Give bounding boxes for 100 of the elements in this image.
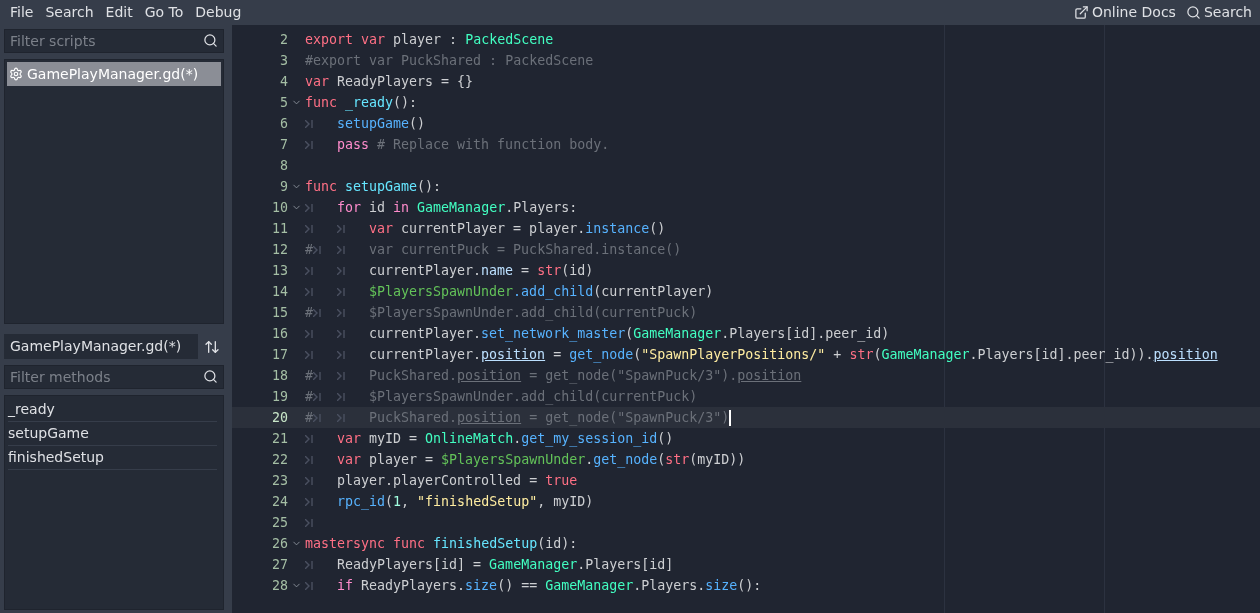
filter-methods-field[interactable]: Filter methods bbox=[4, 365, 224, 389]
code-line: #export var PuckShared : PackedScene bbox=[305, 51, 594, 70]
line-number: 12 bbox=[271, 240, 288, 259]
line-number: 27 bbox=[271, 555, 288, 574]
code-line: # PuckShared.position = get_node("SpawnPuck/3").position bbox=[305, 366, 802, 386]
line-number: 19 bbox=[271, 387, 288, 406]
line-number: 26 bbox=[271, 534, 288, 553]
tab-marker-icon bbox=[313, 371, 322, 380]
line-number: 23 bbox=[271, 471, 288, 490]
tab-marker-icon bbox=[337, 287, 346, 296]
tab-marker-icon bbox=[305, 140, 314, 149]
tab-marker-icon bbox=[305, 203, 314, 212]
tab-marker-icon bbox=[313, 413, 322, 422]
tab-marker-icon bbox=[337, 413, 346, 422]
line-number: 4 bbox=[279, 72, 288, 91]
tab-marker-icon bbox=[313, 392, 322, 401]
line-number: 20 bbox=[271, 408, 288, 427]
tab-marker-icon bbox=[337, 308, 346, 317]
line-number: 2 bbox=[279, 30, 288, 49]
line-number: 18 bbox=[271, 366, 288, 385]
code-line: var player = $PlayersSpawnUnder.get_node(str(myID)) bbox=[305, 449, 746, 470]
menu-item[interactable]: Go To bbox=[138, 2, 190, 23]
tab-marker-icon bbox=[337, 371, 346, 380]
tab-marker-icon bbox=[337, 329, 346, 338]
tab-marker-icon bbox=[305, 350, 314, 359]
code-line: player.playerControlled = true bbox=[305, 470, 578, 491]
code-line: mastersync func finishedSetup(id): bbox=[305, 534, 578, 553]
gear-icon bbox=[9, 67, 23, 81]
code-line: currentPlayer.set_network_master(GameManager.Players[id].peer_id) bbox=[305, 323, 890, 344]
tab-marker-icon bbox=[305, 287, 314, 296]
code-line: currentPlayer.name = str(id) bbox=[305, 260, 594, 281]
external-link-icon bbox=[1073, 5, 1089, 20]
text-cursor bbox=[729, 409, 732, 426]
method-item[interactable]: finishedSetup bbox=[8, 446, 217, 470]
sort-icon[interactable] bbox=[204, 338, 220, 355]
menu-item[interactable]: Debug bbox=[189, 2, 248, 23]
filter-scripts-field[interactable]: Filter scripts bbox=[4, 29, 224, 53]
line-number: 22 bbox=[271, 450, 288, 469]
line-number: 13 bbox=[271, 261, 288, 280]
line-number: 8 bbox=[279, 156, 288, 175]
line-number: 11 bbox=[271, 219, 288, 238]
tab-marker-icon bbox=[305, 581, 314, 590]
line-number: 9 bbox=[279, 177, 288, 196]
tab-marker-icon bbox=[313, 308, 322, 317]
script-name: GamePlayManager.gd(*) bbox=[27, 64, 199, 84]
tab-marker-icon bbox=[305, 329, 314, 338]
tab-marker-icon bbox=[337, 224, 346, 233]
tab-marker-icon bbox=[305, 119, 314, 128]
code-line: # var currentPuck = PuckShared.instance() bbox=[305, 240, 682, 259]
tab-marker-icon bbox=[305, 518, 314, 527]
code-line: $PlayersSpawnUnder.add_child(currentPlayer) bbox=[305, 281, 714, 302]
search-icon bbox=[1185, 5, 1201, 20]
line-number: 10 bbox=[271, 198, 288, 217]
tab-marker-icon bbox=[313, 245, 322, 254]
line-number: 28 bbox=[271, 576, 288, 595]
line-number: 24 bbox=[271, 492, 288, 511]
tab-marker-icon bbox=[305, 476, 314, 485]
tab-marker-icon bbox=[337, 392, 346, 401]
code-line: ReadyPlayers[id] = GameManager.Players[id] bbox=[305, 554, 674, 575]
tab-marker-icon bbox=[305, 224, 314, 233]
tab-marker-icon bbox=[305, 266, 314, 275]
code-line: export var player : PackedScene bbox=[305, 30, 554, 49]
code-line: var currentPlayer = player.instance() bbox=[305, 218, 666, 239]
code-line: if ReadyPlayers.size() == GameManager.Players.size(): bbox=[305, 575, 762, 596]
code-line: # $PlayersSpawnUnder.add_child(currentPuck) bbox=[305, 387, 698, 407]
line-number: 6 bbox=[279, 114, 288, 133]
menu-item[interactable]: Search bbox=[39, 2, 100, 23]
code-line: rpc_id(1, "finishedSetup", myID) bbox=[305, 491, 594, 512]
method-item[interactable]: _ready bbox=[8, 398, 217, 422]
code-line: pass # Replace with function body. bbox=[305, 134, 610, 155]
method-item[interactable]: setupGame bbox=[8, 422, 217, 446]
search-icon bbox=[203, 33, 218, 48]
code-editor[interactable] bbox=[232, 25, 1260, 613]
tab-marker-icon bbox=[305, 434, 314, 443]
code-line: # $PlayersSpawnUnder.add_child(currentPuck) bbox=[305, 303, 698, 323]
code-line: var myID = OnlineMatch.get_my_session_id() bbox=[305, 428, 674, 449]
code-line: # PuckShared.position = get_node("SpawnPuck/3") bbox=[305, 408, 730, 428]
line-number: 17 bbox=[271, 345, 288, 364]
tab-marker-icon bbox=[305, 560, 314, 569]
code-line: for id in GameManager.Players: bbox=[305, 197, 578, 218]
tab-marker-icon bbox=[305, 455, 314, 464]
code-line: func _ready(): bbox=[305, 93, 418, 113]
line-number: 14 bbox=[271, 282, 288, 301]
line-number: 21 bbox=[271, 429, 288, 448]
menu-item[interactable]: Edit bbox=[99, 2, 139, 23]
line-number: 7 bbox=[279, 135, 288, 154]
tab-marker-icon bbox=[337, 245, 346, 254]
menu-item[interactable]: File bbox=[4, 2, 40, 23]
tab-marker-icon bbox=[337, 350, 346, 359]
line-number: 3 bbox=[279, 51, 288, 70]
line-number: 15 bbox=[271, 303, 288, 322]
online-docs-button[interactable]: Online Docs bbox=[1073, 2, 1176, 23]
search-icon bbox=[203, 369, 218, 384]
search-help-button[interactable]: Search bbox=[1185, 2, 1252, 23]
tab-marker-icon bbox=[305, 497, 314, 506]
code-line: setupGame() bbox=[305, 113, 426, 134]
code-line: func setupGame(): bbox=[305, 177, 442, 196]
line-number: 5 bbox=[279, 93, 288, 112]
current-script-label: GamePlayManager.gd(*) bbox=[4, 334, 198, 359]
line-number: 16 bbox=[271, 324, 288, 343]
